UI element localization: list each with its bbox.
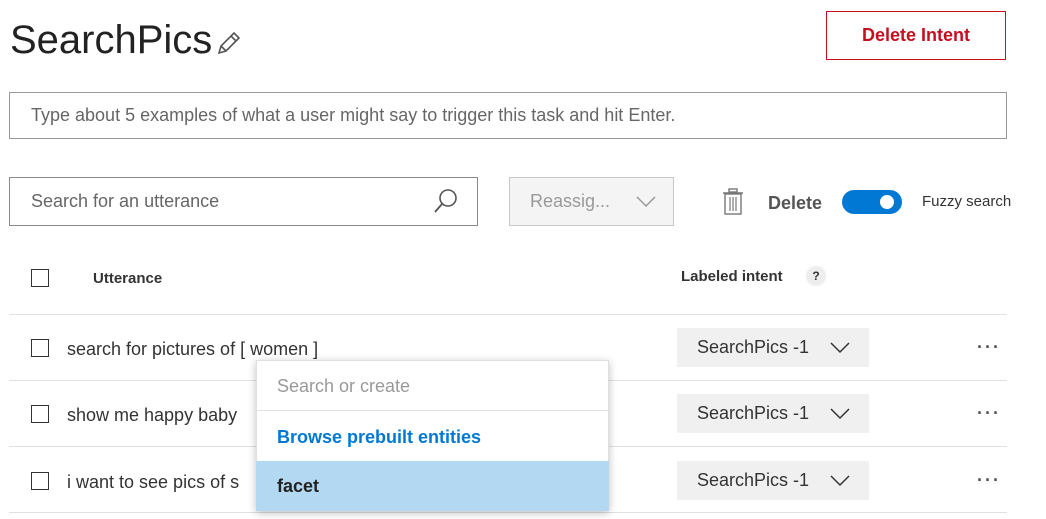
edit-pencil-icon[interactable] <box>214 28 244 58</box>
intent-dropdown[interactable]: SearchPics -1 <box>677 328 869 367</box>
delete-intent-button[interactable]: Delete Intent <box>826 11 1006 60</box>
intent-dropdown[interactable]: SearchPics -1 <box>677 394 869 433</box>
search-icon[interactable] <box>432 187 460 215</box>
example-utterance-placeholder: Type about 5 examples of what a user mig… <box>31 105 676 125</box>
page-title: SearchPics <box>10 18 213 62</box>
entity-option-label: facet <box>277 475 320 496</box>
utterance-text[interactable]: show me happy baby <box>67 405 237 426</box>
column-header-labeled-intent[interactable]: Labeled intent <box>681 268 783 285</box>
entity-search-input[interactable]: Search or create <box>277 376 410 397</box>
utterance-search-placeholder: Search for an utterance <box>31 191 220 211</box>
reassign-label: Reassig... <box>530 191 611 211</box>
intent-label: SearchPics -1 <box>697 403 810 423</box>
browse-prebuilt-entities-link[interactable]: Browse prebuilt entities <box>277 427 481 448</box>
row-checkbox[interactable] <box>31 339 49 357</box>
example-utterance-input[interactable]: Type about 5 examples of what a user mig… <box>9 92 1007 139</box>
row-checkbox[interactable] <box>31 405 49 423</box>
utterance-text[interactable]: search for pictures of [ women ] <box>67 339 318 360</box>
intent-dropdown[interactable]: SearchPics -1 <box>677 461 869 500</box>
fuzzy-search-label: Fuzzy search <box>922 193 1012 210</box>
help-icon[interactable]: ? <box>806 266 826 286</box>
divider <box>9 314 1007 315</box>
chevron-down-icon <box>636 196 656 208</box>
more-options-icon[interactable]: ··· <box>977 403 1001 424</box>
intent-label: SearchPics -1 <box>697 470 810 490</box>
trash-icon[interactable] <box>722 188 744 215</box>
more-options-icon[interactable]: ··· <box>977 470 1001 491</box>
delete-button[interactable]: Delete <box>768 193 822 214</box>
utterance-search-input[interactable]: Search for an utterance <box>9 177 478 226</box>
chevron-down-icon <box>830 342 850 354</box>
chevron-down-icon <box>830 408 850 420</box>
utterance-text[interactable]: i want to see pics of s <box>67 472 239 493</box>
entity-option-facet[interactable]: facet <box>256 461 609 511</box>
intent-label: SearchPics -1 <box>697 337 810 357</box>
chevron-down-icon <box>830 475 850 487</box>
row-checkbox[interactable] <box>31 472 49 490</box>
more-options-icon[interactable]: ··· <box>977 337 1001 358</box>
divider <box>256 410 609 411</box>
divider <box>9 512 1007 513</box>
reassign-dropdown[interactable]: Reassig... <box>509 177 674 226</box>
column-header-utterance[interactable]: Utterance <box>93 270 162 287</box>
toggle-knob <box>880 195 894 209</box>
select-all-checkbox[interactable] <box>31 269 49 287</box>
